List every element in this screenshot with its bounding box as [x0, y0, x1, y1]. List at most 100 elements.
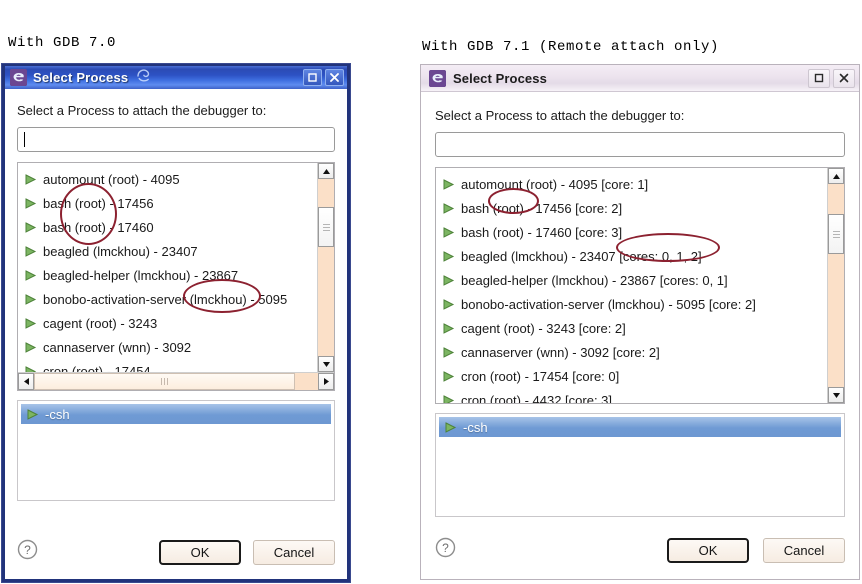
- help-icon-left[interactable]: ?: [17, 539, 38, 565]
- help-icon-right[interactable]: ?: [435, 537, 456, 563]
- process-list-items-left[interactable]: automount (root) - 4095 bash (root) - 17…: [18, 163, 317, 372]
- process-arrow-icon: [442, 346, 456, 358]
- vertical-scroll-thumb-left[interactable]: [318, 207, 334, 247]
- process-arrow-icon: [442, 322, 456, 334]
- scroll-up-button-right[interactable]: [828, 168, 844, 184]
- selected-process-item-right[interactable]: -csh: [439, 417, 841, 437]
- ok-button-left[interactable]: OK: [159, 539, 241, 565]
- selected-process-label-right: -csh: [463, 419, 488, 435]
- horizontal-scroll-track-left[interactable]: [34, 373, 318, 390]
- list-item[interactable]: cron (root) - 4432 [core: 3]: [442, 388, 827, 403]
- scroll-left-button-left[interactable]: [18, 373, 34, 390]
- selected-process-item-left[interactable]: -csh: [21, 404, 331, 424]
- list-item-label: cannaserver (wnn) - 3092 [core: 2]: [461, 344, 660, 360]
- list-item-label: beagled (lmckhou) - 23407: [43, 243, 198, 259]
- select-process-dialog-right: Select Process Select a Process to attac…: [420, 64, 860, 580]
- title-bar-right[interactable]: Select Process: [421, 65, 859, 92]
- vertical-scroll-track-left[interactable]: [318, 179, 334, 356]
- process-arrow-icon: [24, 269, 38, 281]
- list-item[interactable]: bonobo-activation-server (lmckhou) - 509…: [442, 292, 827, 316]
- process-arrow-icon: [442, 178, 456, 190]
- list-item[interactable]: beagled-helper (lmckhou) - 23867: [24, 263, 317, 287]
- selected-process-box-left: -csh: [17, 400, 335, 501]
- process-filter-input-left[interactable]: [17, 127, 335, 152]
- cancel-button-right[interactable]: Cancel: [763, 537, 845, 563]
- process-arrow-icon: [24, 245, 38, 257]
- vertical-scrollbar-left[interactable]: [317, 163, 334, 372]
- prompt-label-left: Select a Process to attach the debugger …: [17, 103, 267, 118]
- list-item[interactable]: bash (root) - 17456 [core: 2]: [442, 196, 827, 220]
- process-arrow-icon: [24, 317, 38, 329]
- vertical-scroll-thumb-right[interactable]: [828, 214, 844, 254]
- process-arrow-icon: [442, 394, 456, 403]
- process-arrow-icon: [442, 250, 456, 262]
- cancel-button-left[interactable]: Cancel: [253, 539, 335, 565]
- scroll-grip-icon: [160, 378, 169, 385]
- list-item[interactable]: cron (root) - 17454: [24, 359, 317, 372]
- list-item-label: cron (root) - 17454 [core: 0]: [461, 368, 620, 384]
- list-item-label: automount (root) - 4095 [core: 1]: [461, 176, 649, 192]
- list-item[interactable]: cron (root) - 17454 [core: 0]: [442, 364, 827, 388]
- selected-process-label-left: -csh: [45, 406, 70, 422]
- list-item-label: automount (root) - 4095: [43, 171, 180, 187]
- list-item[interactable]: cannaserver (wnn) - 3092: [24, 335, 317, 359]
- process-arrow-icon: [26, 408, 40, 420]
- button-bar-right: ? OK Cancel: [435, 537, 845, 563]
- process-list-items-right[interactable]: automount (root) - 4095 [core: 1] bash (…: [436, 168, 827, 403]
- list-item[interactable]: beagled (lmckhou) - 23407 [cores: 0, 1, …: [442, 244, 827, 268]
- scroll-down-button-right[interactable]: [828, 387, 844, 403]
- svg-text:?: ?: [24, 543, 31, 557]
- text-caret-left: [24, 132, 25, 147]
- list-item-label: beagled-helper (lmckhou) - 23867: [43, 267, 239, 283]
- maximize-button-left[interactable]: [303, 69, 322, 86]
- list-item-label: cannaserver (wnn) - 3092: [43, 339, 192, 355]
- horizontal-scrollbar-left[interactable]: [18, 372, 334, 390]
- vertical-scroll-track-right[interactable]: [828, 184, 844, 387]
- list-item[interactable]: bonobo-activation-server (lmckhou) - 509…: [24, 287, 317, 311]
- close-button-left[interactable]: [325, 69, 344, 86]
- list-item[interactable]: cagent (root) - 3243 [core: 2]: [442, 316, 827, 340]
- process-arrow-icon: [442, 298, 456, 310]
- scroll-right-button-left[interactable]: [318, 373, 334, 390]
- process-list-left: automount (root) - 4095 bash (root) - 17…: [17, 162, 335, 391]
- eclipse-icon: [10, 69, 27, 86]
- list-item[interactable]: automount (root) - 4095 [core: 1]: [442, 172, 827, 196]
- list-item-label: cron (root) - 4432 [core: 3]: [461, 392, 613, 404]
- list-item[interactable]: cagent (root) - 3243: [24, 311, 317, 335]
- process-arrow-icon: [444, 421, 458, 433]
- eclipse-icon: [429, 69, 446, 87]
- list-item-label: beagled-helper (lmckhou) - 23867 [cores:…: [461, 272, 728, 288]
- list-item[interactable]: bash (root) - 17460: [24, 215, 317, 239]
- selected-process-box-right: -csh: [435, 413, 845, 517]
- list-item-label: bash (root) - 17460: [43, 219, 154, 235]
- process-arrow-icon: [24, 197, 38, 209]
- horizontal-scroll-thumb-left[interactable]: [34, 373, 296, 390]
- process-arrow-icon: [24, 221, 38, 233]
- caption-gdb-70: With GDB 7.0: [8, 35, 117, 51]
- select-process-dialog-left: Select Process Select a Process to attac…: [2, 64, 350, 582]
- list-item[interactable]: beagled-helper (lmckhou) - 23867 [cores:…: [442, 268, 827, 292]
- prompt-label-right: Select a Process to attach the debugger …: [435, 108, 685, 123]
- vertical-scrollbar-right[interactable]: [827, 168, 844, 403]
- list-item[interactable]: cannaserver (wnn) - 3092 [core: 2]: [442, 340, 827, 364]
- close-button-right[interactable]: [833, 68, 855, 88]
- list-item[interactable]: bash (root) - 17460 [core: 3]: [442, 220, 827, 244]
- title-bar-left[interactable]: Select Process: [5, 64, 347, 89]
- list-item[interactable]: bash (root) - 17456: [24, 191, 317, 215]
- process-arrow-icon: [24, 173, 38, 185]
- process-arrow-icon: [442, 370, 456, 382]
- caption-gdb-71: With GDB 7.1 (Remote attach only): [422, 39, 720, 55]
- maximize-button-right[interactable]: [808, 68, 830, 88]
- list-item-label: cron (root) - 17454: [43, 363, 151, 373]
- process-filter-input-right[interactable]: [435, 132, 845, 157]
- dialog-title-left: Select Process: [33, 70, 129, 85]
- ok-button-right[interactable]: OK: [667, 537, 749, 563]
- scroll-down-button-left[interactable]: [318, 356, 334, 372]
- dialog-body-left: Select a Process to attach the debugger …: [5, 89, 347, 579]
- list-item[interactable]: beagled (lmckhou) - 23407: [24, 239, 317, 263]
- svg-text:?: ?: [442, 541, 449, 555]
- list-item[interactable]: automount (root) - 4095: [24, 167, 317, 191]
- list-item-label: bonobo-activation-server (lmckhou) - 509…: [43, 291, 288, 307]
- scroll-up-button-left[interactable]: [318, 163, 334, 179]
- button-bar-left: ? OK Cancel: [17, 539, 335, 565]
